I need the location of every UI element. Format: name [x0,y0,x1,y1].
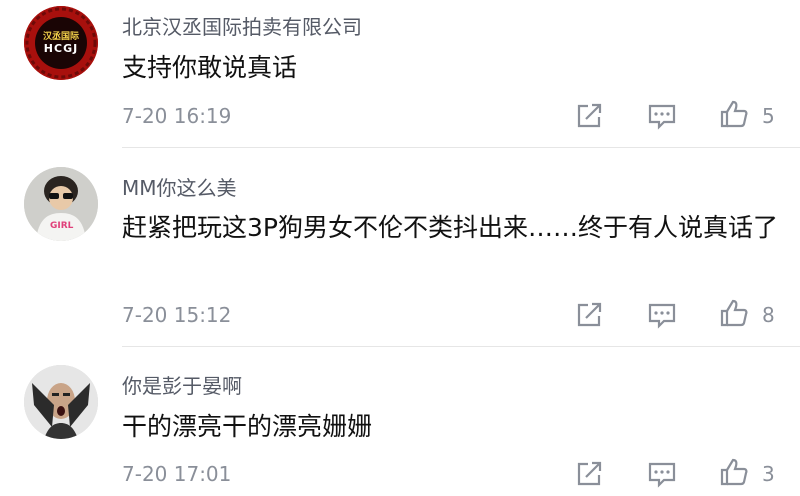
divider [122,346,800,347]
avatar[interactable]: 汉丞国际 HCGJ [24,6,98,80]
comment-icon[interactable] [647,300,677,330]
thumbs-up-icon[interactable] [719,99,749,129]
avatar-logo-text-top: 汉丞国际 [42,32,79,42]
comment-username[interactable]: 北京汉丞国际拍卖有限公司 [122,11,362,40]
comment-icon[interactable] [647,101,677,131]
comment-username[interactable]: MM你这么美 [122,172,237,201]
avatar-logo-text-bottom: HCGJ [43,42,79,55]
comment-text: 赶紧把玩这3P狗男女不伦不类抖出来……终于有人说真话了 [122,213,778,242]
avatar[interactable] [24,365,98,439]
like-count: 8 [762,303,775,327]
share-icon[interactable] [574,101,604,131]
avatar-image [24,365,98,439]
comment-text: 干的漂亮干的漂亮姗姗 [122,412,373,441]
comment-item: 汉丞国际 HCGJ 北京汉丞国际拍卖有限公司 支持你敢说真话 7-20 16:1… [0,0,800,148]
comment-icon[interactable] [647,459,677,489]
avatar-shirt-text: GIRL [50,221,74,231]
comment-text: 支持你敢说真话 [122,53,298,82]
comment-time: 7-20 16:19 [122,104,232,128]
like-count: 5 [762,104,775,128]
avatar[interactable]: GIRL [24,167,98,241]
divider [122,147,800,148]
like-count: 3 [762,462,775,486]
comment-username[interactable]: 你是彭于晏啊 [122,370,242,399]
thumbs-up-icon[interactable] [719,298,749,328]
thumbs-up-icon[interactable] [719,457,749,487]
comment-time: 7-20 15:12 [122,303,232,327]
comment-time: 7-20 17:01 [122,462,232,486]
share-icon[interactable] [574,459,604,489]
share-icon[interactable] [574,300,604,330]
